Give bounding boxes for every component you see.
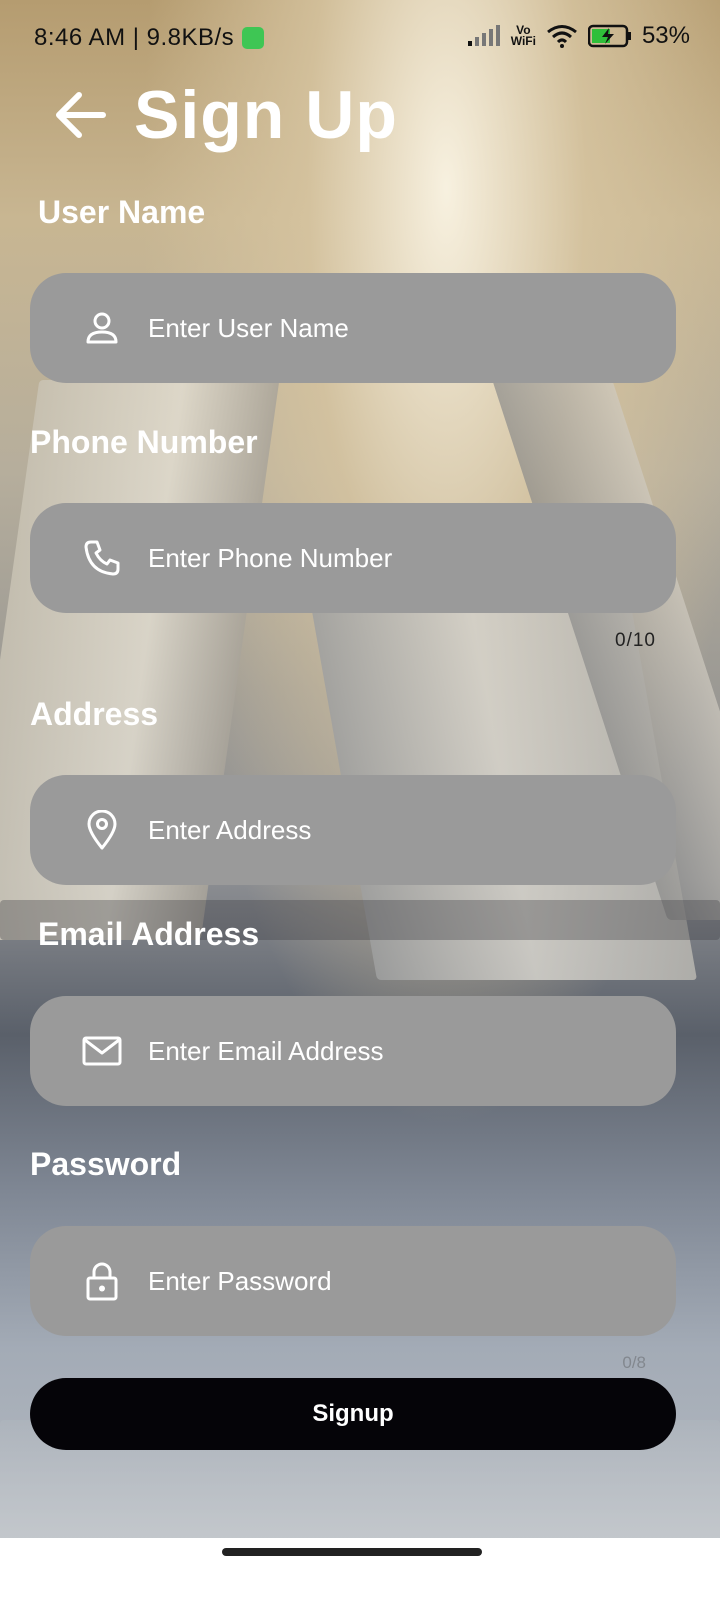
- battery-icon: [587, 24, 631, 48]
- phone-number-label: Phone Number: [30, 424, 258, 460]
- home-indicator[interactable]: [222, 1548, 482, 1556]
- wifi-icon: [547, 25, 577, 48]
- signup-button[interactable]: Signup: [30, 1378, 676, 1450]
- phone-icon: [80, 536, 124, 580]
- password-input[interactable]: [146, 1264, 630, 1298]
- email-field[interactable]: [30, 996, 676, 1106]
- back-button[interactable]: [50, 85, 110, 145]
- user-name-field[interactable]: [30, 273, 676, 383]
- app-notification-icon: [242, 27, 265, 49]
- location-pin-icon: [80, 808, 124, 852]
- password-char-counter: 0/8: [622, 1353, 646, 1372]
- phone-char-counter: 0/10: [615, 630, 656, 651]
- password-field[interactable]: [30, 1226, 676, 1336]
- address-field[interactable]: [30, 775, 676, 885]
- header: Sign Up: [50, 70, 398, 160]
- address-input[interactable]: [146, 813, 630, 847]
- status-bar: 8:46 AM | 9.8KB/s Vo WiFi 53%: [0, 0, 720, 70]
- envelope-icon: [80, 1029, 124, 1073]
- vowifi-bottom: WiFi: [510, 34, 536, 48]
- email-label: Email Address: [38, 916, 260, 952]
- user-name-label: User Name: [38, 194, 206, 230]
- page-title: Sign Up: [134, 77, 398, 153]
- address-label: Address: [30, 696, 159, 732]
- battery-percent: 53%: [641, 22, 690, 49]
- signal-icon: [467, 25, 500, 46]
- lock-icon: [80, 1259, 124, 1303]
- user-name-input[interactable]: [146, 311, 630, 345]
- arrow-left-icon: [56, 92, 106, 138]
- status-right: Vo WiFi 53%: [467, 22, 690, 50]
- phone-number-input[interactable]: [146, 541, 630, 575]
- status-left: 8:46 AM | 9.8KB/s: [34, 24, 265, 52]
- time-network-speed: 8:46 AM | 9.8KB/s: [34, 24, 235, 51]
- person-icon: [80, 306, 124, 350]
- phone-number-field[interactable]: [30, 503, 676, 613]
- password-label: Password: [30, 1146, 182, 1182]
- vowifi-indicator: Vo WiFi: [510, 24, 536, 48]
- email-input[interactable]: [146, 1034, 630, 1068]
